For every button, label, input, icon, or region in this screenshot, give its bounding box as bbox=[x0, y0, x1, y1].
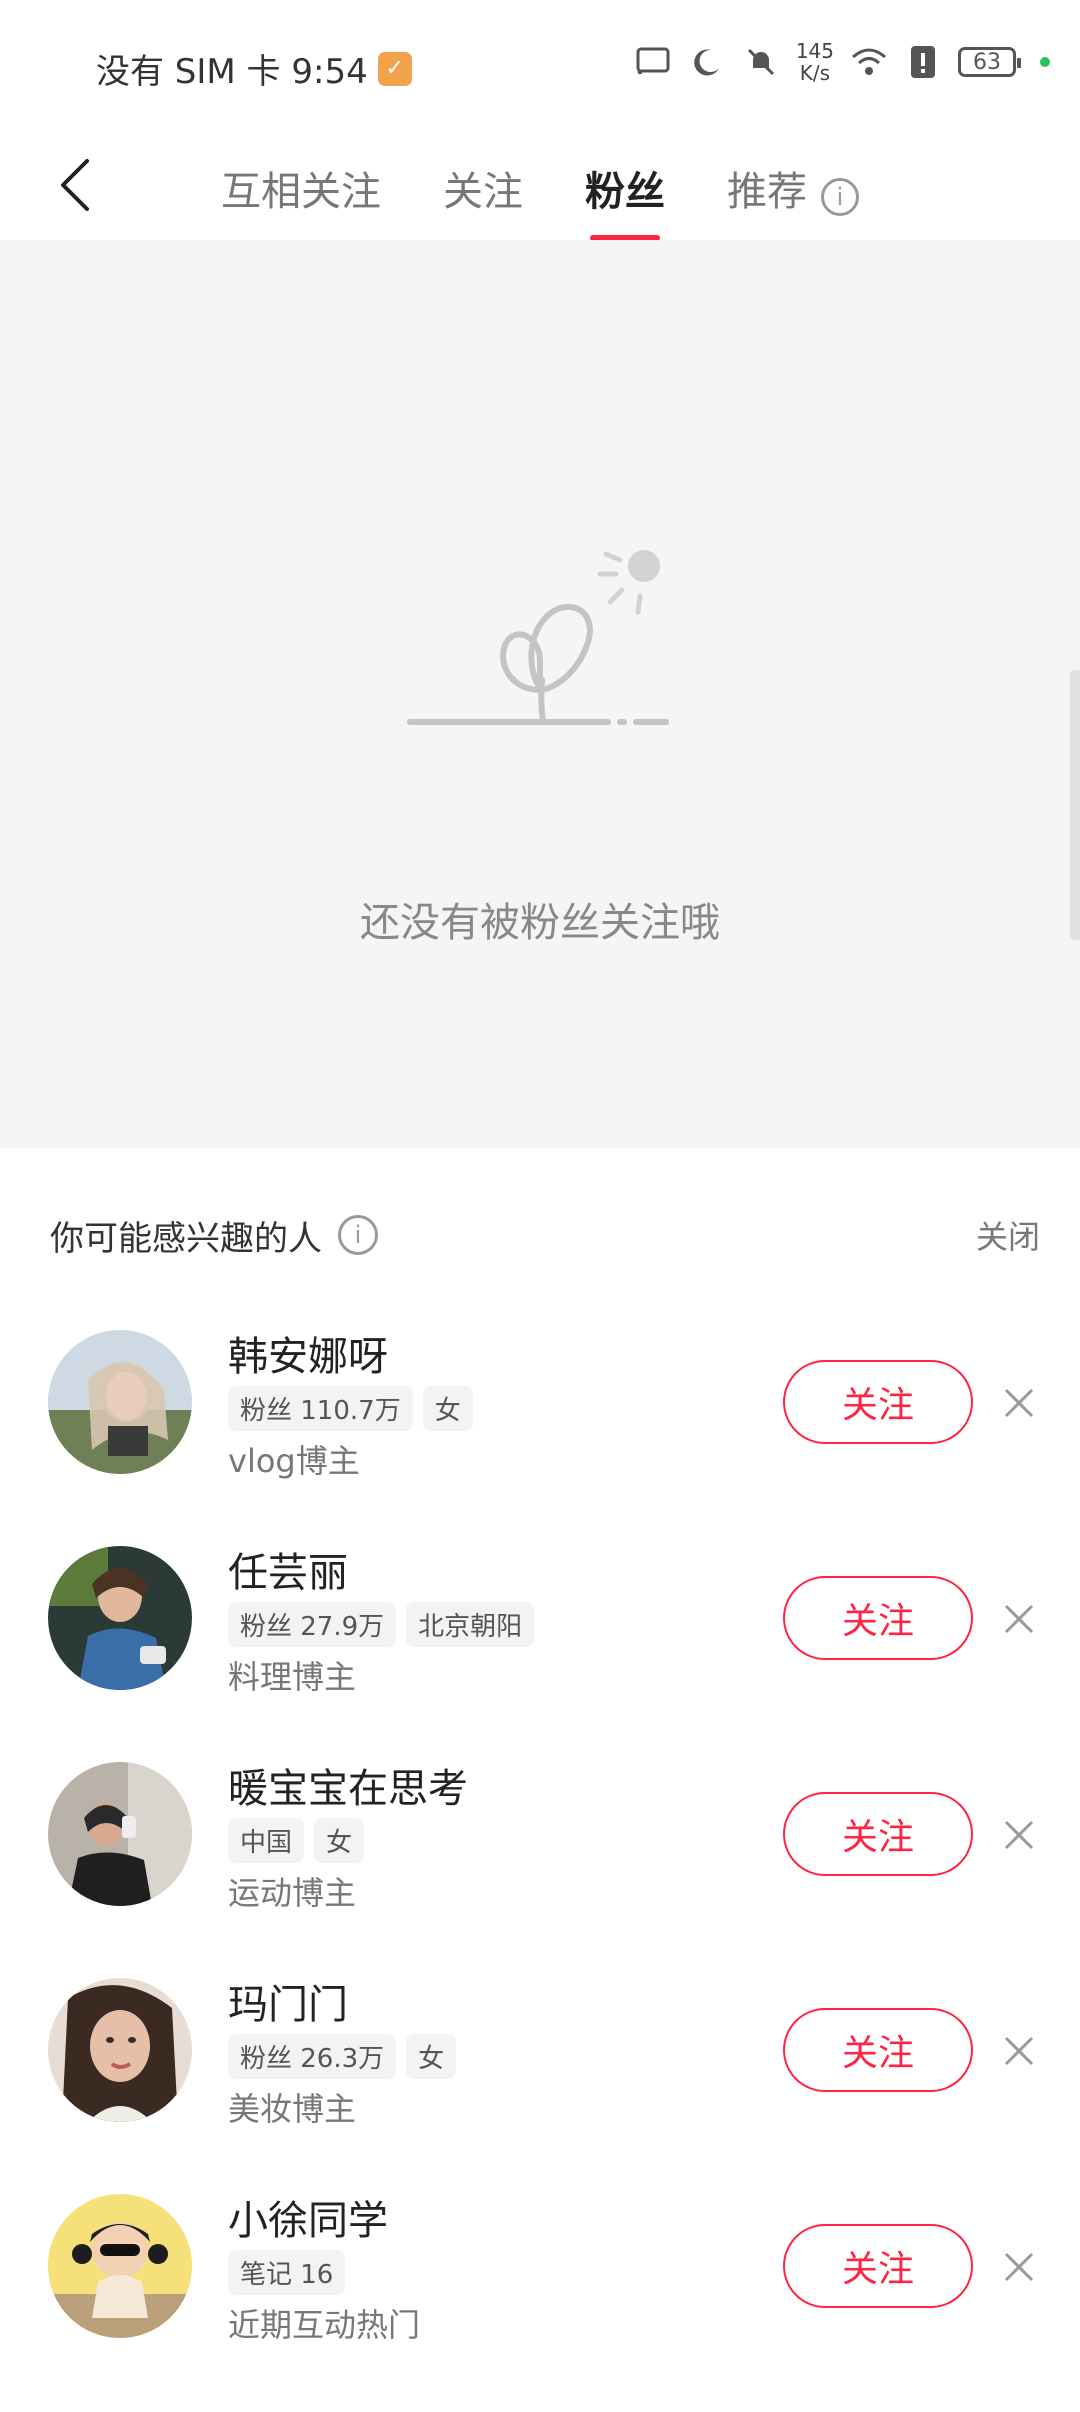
header: 互相关注 关注 粉丝 推荐 i bbox=[0, 135, 1080, 240]
user-tags: 粉丝 110.7万 女 bbox=[228, 1386, 473, 1431]
status-time-carrier: 没有 SIM 卡 9:54 bbox=[96, 52, 368, 92]
close-icon[interactable] bbox=[996, 2028, 1042, 2074]
tab-bar: 互相关注 关注 粉丝 推荐 i bbox=[0, 135, 1080, 240]
status-bar: 没有 SIM 卡 9:54 ✓ 145 K/s 63 bbox=[0, 0, 1080, 135]
battery-level: 63 bbox=[973, 49, 1001, 75]
status-left: 没有 SIM 卡 9:54 ✓ bbox=[96, 44, 412, 93]
shield-badge-icon: ✓ bbox=[377, 51, 412, 86]
suggested-user-row[interactable]: 韩安娜呀 粉丝 110.7万 女 vlog博主 关注 bbox=[0, 1330, 1080, 1520]
alert-icon bbox=[904, 43, 942, 81]
suggestions-title: 你可能感兴趣的人 i bbox=[50, 1211, 378, 1260]
follow-button[interactable]: 关注 bbox=[783, 1576, 973, 1660]
suggested-user-row[interactable]: 玛门门 粉丝 26.3万 女 美妆博主 关注 bbox=[0, 1978, 1080, 2168]
suggestions-title-text: 你可能感兴趣的人 bbox=[50, 1218, 322, 1259]
privacy-indicator-dot bbox=[1040, 57, 1050, 67]
status-icons: 145 K/s 63 bbox=[634, 40, 1050, 84]
tab-mutual-follow[interactable]: 互相关注 bbox=[215, 149, 387, 227]
info-icon[interactable]: i bbox=[338, 1215, 378, 1255]
suggested-user-row[interactable]: 小徐同学 笔记 16 近期互动热门 关注 bbox=[0, 2194, 1080, 2384]
wifi-icon bbox=[850, 43, 888, 81]
user-tag: 粉丝 110.7万 bbox=[228, 1386, 413, 1431]
close-suggestions-button[interactable]: 关闭 bbox=[976, 1212, 1040, 1258]
user-tag: 粉丝 26.3万 bbox=[228, 2034, 397, 2079]
user-name: 玛门门 bbox=[228, 1982, 348, 2028]
scrollbar[interactable] bbox=[1070, 670, 1080, 940]
tab-recommended[interactable]: 推荐 i bbox=[721, 149, 865, 227]
user-tag: 女 bbox=[406, 2034, 457, 2079]
follow-button[interactable]: 关注 bbox=[783, 1360, 973, 1444]
avatar[interactable] bbox=[48, 1978, 192, 2122]
mute-bell-icon bbox=[742, 43, 780, 81]
user-name: 韩安娜呀 bbox=[228, 1334, 388, 1380]
suggestions-header: 你可能感兴趣的人 i 关闭 bbox=[50, 1200, 1040, 1270]
user-description: 运动博主 bbox=[228, 1874, 357, 1912]
user-tags: 粉丝 27.9万 北京朝阳 bbox=[228, 1602, 535, 1647]
moon-icon bbox=[688, 43, 726, 81]
close-icon[interactable] bbox=[996, 2244, 1042, 2290]
info-icon[interactable]: i bbox=[821, 177, 859, 216]
user-tags: 笔记 16 bbox=[228, 2250, 346, 2295]
user-name: 任芸丽 bbox=[228, 1550, 348, 1596]
cast-icon bbox=[634, 43, 672, 81]
tab-followers[interactable]: 粉丝 bbox=[579, 149, 671, 227]
tab-following[interactable]: 关注 bbox=[437, 149, 529, 227]
close-icon[interactable] bbox=[996, 1596, 1042, 1642]
user-name: 暖宝宝在思考 bbox=[228, 1766, 468, 1812]
avatar[interactable] bbox=[48, 1762, 192, 1906]
empty-state: 还没有被粉丝关注哦 bbox=[0, 240, 1080, 1148]
user-description: 近期互动热门 bbox=[228, 2306, 421, 2344]
user-description: 料理博主 bbox=[228, 1658, 357, 1696]
close-icon[interactable] bbox=[996, 1380, 1042, 1426]
user-tags: 粉丝 26.3万 女 bbox=[228, 2034, 457, 2079]
tab-recommended-label: 推荐 bbox=[727, 168, 807, 215]
suggested-user-row[interactable]: 暖宝宝在思考 中国 女 运动博主 关注 bbox=[0, 1762, 1080, 1952]
empty-message: 还没有被粉丝关注哦 bbox=[360, 900, 720, 946]
user-name: 小徐同学 bbox=[228, 2198, 388, 2244]
sprout-illustration-icon bbox=[407, 550, 669, 725]
battery-icon: 63 bbox=[958, 47, 1021, 77]
net-speed-value: 145 bbox=[795, 39, 834, 63]
user-tag: 女 bbox=[314, 1818, 365, 1863]
user-description: 美妆博主 bbox=[228, 2090, 357, 2128]
user-tag: 北京朝阳 bbox=[406, 1602, 535, 1647]
net-speed: 145 K/s bbox=[796, 40, 834, 84]
user-description: vlog博主 bbox=[228, 1442, 360, 1480]
user-tag: 笔记 16 bbox=[228, 2250, 346, 2295]
net-speed-unit: K/s bbox=[799, 61, 831, 85]
close-icon[interactable] bbox=[996, 1812, 1042, 1858]
follow-button[interactable]: 关注 bbox=[783, 1792, 973, 1876]
user-tag: 女 bbox=[422, 1386, 473, 1431]
follow-button[interactable]: 关注 bbox=[783, 2008, 973, 2092]
suggested-user-row[interactable]: 任芸丽 粉丝 27.9万 北京朝阳 料理博主 关注 bbox=[0, 1546, 1080, 1736]
follow-button[interactable]: 关注 bbox=[783, 2224, 973, 2308]
avatar[interactable] bbox=[48, 1330, 192, 1474]
avatar[interactable] bbox=[48, 2194, 192, 2338]
avatar[interactable] bbox=[48, 1546, 192, 1690]
user-tag: 中国 bbox=[228, 1818, 305, 1863]
user-tag: 粉丝 27.9万 bbox=[228, 1602, 397, 1647]
user-tags: 中国 女 bbox=[228, 1818, 365, 1863]
